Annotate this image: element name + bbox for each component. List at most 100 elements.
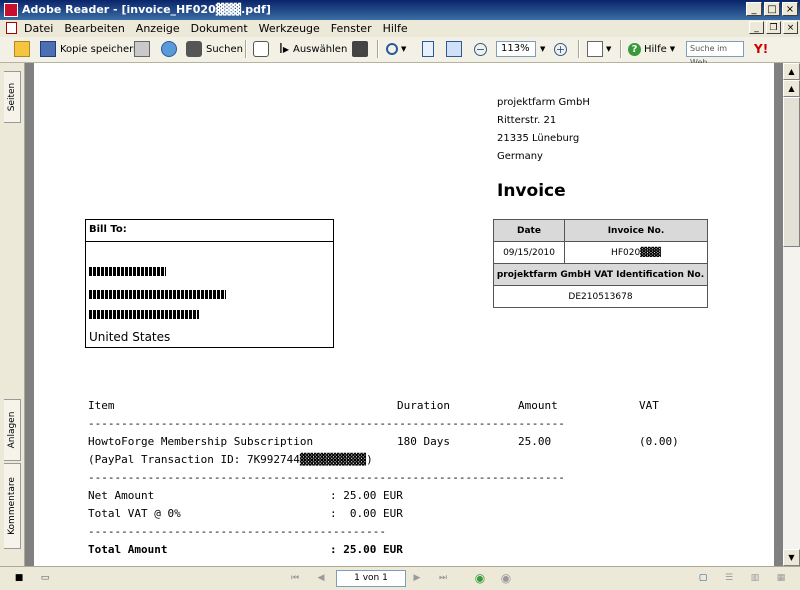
menu-bar: Datei Bearbeiten Anzeige Dokument Werkze… bbox=[0, 20, 800, 38]
floppy-disk-icon bbox=[40, 41, 56, 57]
snapshot-button[interactable] bbox=[352, 40, 368, 58]
page-number-input[interactable]: 1 von 1 bbox=[336, 570, 406, 587]
bill-to-box: Bill To: United States bbox=[85, 219, 334, 348]
tab-attachments[interactable]: Anlagen bbox=[4, 399, 21, 461]
redacted-address-line bbox=[89, 290, 226, 299]
column-duration: Duration bbox=[397, 399, 450, 412]
menu-hilfe[interactable]: Hilfe bbox=[383, 22, 408, 35]
save-copy-button[interactable]: Kopie speichern bbox=[40, 40, 139, 58]
tab-comments-label: Kommentare bbox=[7, 477, 17, 535]
chevron-down-icon: ▼ bbox=[606, 45, 612, 53]
document-icon[interactable] bbox=[6, 22, 17, 34]
net-amount-value: : 25.00 EUR bbox=[330, 489, 403, 502]
column-vat: VAT bbox=[639, 399, 659, 412]
next-page-button[interactable]: ▶ bbox=[410, 571, 424, 585]
redacted-name bbox=[89, 267, 166, 276]
fit-height-button[interactable] bbox=[422, 40, 434, 58]
menu-bearbeiten[interactable]: Bearbeiten bbox=[64, 22, 124, 35]
arrow-dropdown-icon: ▶ bbox=[282, 44, 289, 54]
vat-id-value: DE210513678 bbox=[493, 285, 708, 308]
separator-rule: ----------------------------------------… bbox=[88, 471, 565, 484]
fit-width-button[interactable] bbox=[446, 40, 462, 58]
continuous-icon[interactable]: ☰ bbox=[722, 571, 736, 585]
help-button[interactable]: ? Hilfe ▼ bbox=[628, 40, 675, 58]
print-button[interactable] bbox=[134, 40, 150, 58]
date-header: Date bbox=[493, 219, 565, 242]
hand-tool-button[interactable] bbox=[253, 40, 269, 58]
close-button[interactable]: × bbox=[782, 2, 798, 16]
document-viewport[interactable]: projektfarm GmbH Ritterstr. 21 21335 Lün… bbox=[25, 63, 783, 566]
fit-width-icon bbox=[446, 41, 462, 57]
yahoo-search-button[interactable]: Y! bbox=[754, 40, 768, 58]
zoom-in-button[interactable]: + bbox=[554, 40, 567, 58]
separator-rule-short: ----------------------------------------… bbox=[88, 525, 387, 538]
sender-country: Germany bbox=[497, 151, 543, 162]
forward-view-icon[interactable]: ◉ bbox=[499, 571, 513, 585]
window-title: Adobe Reader - [invoice_HF020▓▓▓.pdf] bbox=[22, 3, 271, 16]
menu-anzeige[interactable]: Anzeige bbox=[136, 22, 180, 35]
page-layout-button[interactable]: ▼ bbox=[587, 40, 611, 58]
maximize-button[interactable]: □ bbox=[764, 2, 780, 16]
last-page-button[interactable]: ⏭ bbox=[436, 571, 450, 585]
vertical-scrollbar[interactable]: ▲ ▲ ▼ bbox=[783, 63, 800, 566]
tab-comments[interactable]: Kommentare bbox=[4, 463, 21, 549]
pdf-page: projektfarm GmbH Ritterstr. 21 21335 Lün… bbox=[34, 63, 774, 566]
total-vat-value: : 0.00 EUR bbox=[330, 507, 403, 520]
single-page-icon[interactable]: ▢ bbox=[696, 571, 710, 585]
binoculars-icon bbox=[186, 41, 202, 57]
scroll-down-button[interactable]: ▼ bbox=[783, 549, 800, 566]
adobe-reader-icon bbox=[4, 3, 18, 17]
zoom-level-input[interactable]: 113% bbox=[496, 41, 536, 57]
select-tool-button[interactable]: I ▶ Auswählen bbox=[279, 40, 347, 58]
scroll-page-up-button[interactable]: ▲ bbox=[783, 80, 800, 97]
vat-id-header: projektfarm GmbH VAT Identification No. bbox=[493, 263, 708, 286]
open-button[interactable] bbox=[14, 40, 30, 58]
invoice-title: Invoice bbox=[497, 181, 566, 201]
invoice-no-header: Invoice No. bbox=[564, 219, 708, 242]
chevron-down-icon: ▼ bbox=[401, 45, 407, 53]
minimize-button[interactable]: _ bbox=[746, 2, 762, 16]
scroll-up-button[interactable]: ▲ bbox=[783, 63, 800, 80]
page-view-icon[interactable]: ■ bbox=[12, 571, 26, 585]
invoice-date: 09/15/2010 bbox=[493, 241, 565, 264]
email-globe-icon bbox=[161, 41, 177, 57]
select-label: Auswählen bbox=[293, 43, 348, 55]
menu-fenster[interactable]: Fenster bbox=[331, 22, 372, 35]
back-view-icon[interactable]: ◉ bbox=[473, 571, 487, 585]
sender-company: projektfarm GmbH bbox=[497, 97, 590, 108]
first-page-button[interactable]: ⏮ bbox=[288, 571, 302, 585]
tab-attachments-label: Anlagen bbox=[7, 411, 17, 449]
invoice-info-table: Date Invoice No. 09/15/2010 HF020▓▓▓ pro… bbox=[493, 219, 708, 308]
previous-page-button[interactable]: ◀ bbox=[314, 571, 328, 585]
doc-close-button[interactable]: × bbox=[783, 21, 798, 34]
menu-dokument[interactable]: Dokument bbox=[191, 22, 248, 35]
plus-circle-icon: + bbox=[554, 42, 567, 56]
bill-to-country: United States bbox=[89, 330, 171, 344]
line-item-vat: (0.00) bbox=[639, 435, 679, 448]
tab-pages[interactable]: Seiten bbox=[4, 71, 21, 123]
zoom-tool-button[interactable]: ▼ bbox=[386, 40, 406, 58]
line-item-description: HowtoForge Membership Subscription bbox=[88, 435, 314, 448]
help-label: Hilfe bbox=[644, 43, 667, 55]
continuous-facing-icon[interactable]: ▦ bbox=[774, 571, 788, 585]
folder-open-icon bbox=[14, 41, 30, 57]
line-item-duration: 180 Days bbox=[397, 435, 450, 448]
search-button[interactable]: Suchen bbox=[186, 40, 243, 58]
minus-circle-icon: − bbox=[474, 42, 487, 56]
zoom-dropdown-icon[interactable]: ▼ bbox=[540, 45, 545, 53]
scroll-thumb[interactable] bbox=[783, 97, 800, 247]
doc-minimize-button[interactable]: _ bbox=[749, 21, 764, 34]
page-options-icon[interactable]: ▭ bbox=[38, 571, 52, 585]
yahoo-logo-icon: Y! bbox=[754, 42, 769, 56]
doc-restore-button[interactable]: ❐ bbox=[766, 21, 781, 34]
web-search-input[interactable]: Suche im Web bbox=[686, 41, 744, 67]
zoom-out-button[interactable]: − bbox=[474, 40, 487, 58]
camera-icon bbox=[352, 41, 368, 57]
email-button[interactable] bbox=[161, 40, 177, 58]
redacted-city-line bbox=[89, 310, 199, 319]
save-copy-label: Kopie speichern bbox=[60, 43, 140, 55]
facing-pages-icon[interactable]: ▥ bbox=[748, 571, 762, 585]
status-bar: ■ ▭ ⏮ ◀ 1 von 1 ▶ ⏭ ◉ ◉ ▢ ☰ ▥ ▦ bbox=[0, 566, 800, 590]
menu-werkzeuge[interactable]: Werkzeuge bbox=[259, 22, 320, 35]
menu-datei[interactable]: Datei bbox=[24, 22, 53, 35]
